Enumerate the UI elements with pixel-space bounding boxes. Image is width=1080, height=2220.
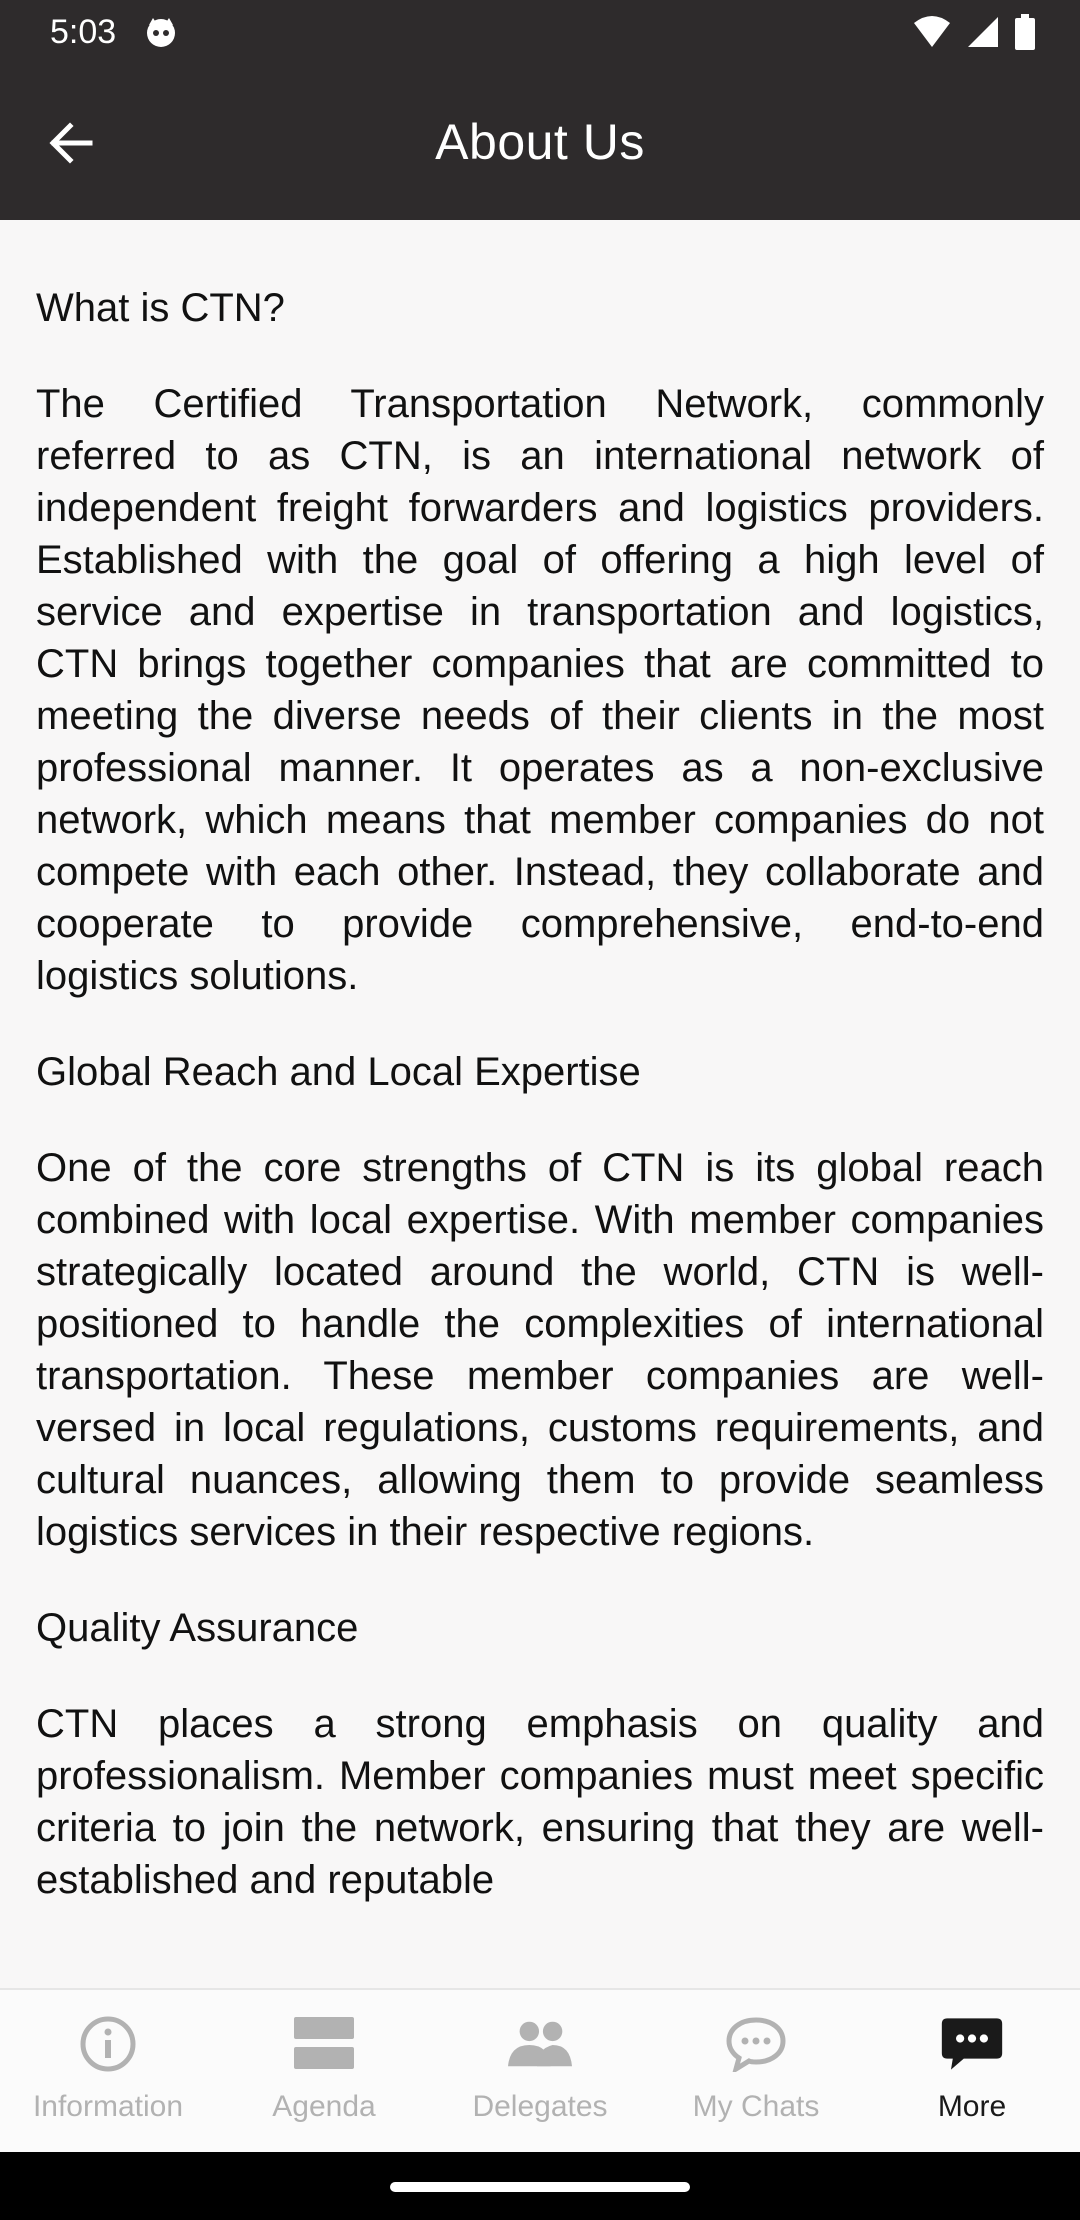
nav-item-information[interactable]: Information xyxy=(0,1990,216,2152)
nav-item-my-chats[interactable]: My Chats xyxy=(648,1990,864,2152)
agenda-icon xyxy=(292,2012,356,2076)
nav-label: Delegates xyxy=(472,2090,608,2123)
status-bar: 5:03 xyxy=(0,0,1080,64)
status-time: 5:03 xyxy=(50,12,117,51)
battery-icon xyxy=(1014,14,1036,59)
section-body: The Certified Transportation Network, co… xyxy=(36,382,1044,998)
signal-icon xyxy=(966,15,1000,58)
section-body: CTN places a strong emphasis on quality … xyxy=(36,1702,1044,1902)
home-gesture-handle[interactable] xyxy=(390,2182,690,2192)
info-icon xyxy=(76,2012,140,2076)
wifi-icon xyxy=(912,15,952,58)
app-notification-icon xyxy=(144,15,178,49)
nav-label: My Chats xyxy=(692,2090,820,2123)
section-body: One of the core strengths of CTN is its … xyxy=(36,1146,1044,1554)
section-heading: What is CTN? xyxy=(36,286,285,330)
bottom-navigation: Information Agenda Delegates My Chats Mo… xyxy=(0,1988,1080,2152)
nav-item-more[interactable]: More xyxy=(864,1990,1080,2152)
nav-item-agenda[interactable]: Agenda xyxy=(216,1990,432,2152)
nav-label: More xyxy=(937,2090,1007,2123)
section-heading: Global Reach and Local Expertise xyxy=(36,1050,641,1094)
nav-label: Information xyxy=(32,2090,184,2123)
nav-label: Agenda xyxy=(272,2090,376,2123)
system-gesture-bar xyxy=(0,2152,1080,2220)
chat-icon xyxy=(724,2012,788,2076)
more-icon xyxy=(940,2012,1004,2076)
arrow-left-icon xyxy=(49,122,93,164)
back-button[interactable] xyxy=(36,108,106,178)
about-content[interactable]: What is CTN? The Certified Transportatio… xyxy=(0,220,1080,1988)
nav-item-delegates[interactable]: Delegates xyxy=(432,1990,648,2152)
section-heading: Quality Assurance xyxy=(36,1606,359,1650)
page-title: About Us xyxy=(435,114,645,170)
status-icons xyxy=(912,14,1036,59)
delegates-icon xyxy=(508,2012,572,2076)
app-bar: About Us xyxy=(0,64,1080,220)
